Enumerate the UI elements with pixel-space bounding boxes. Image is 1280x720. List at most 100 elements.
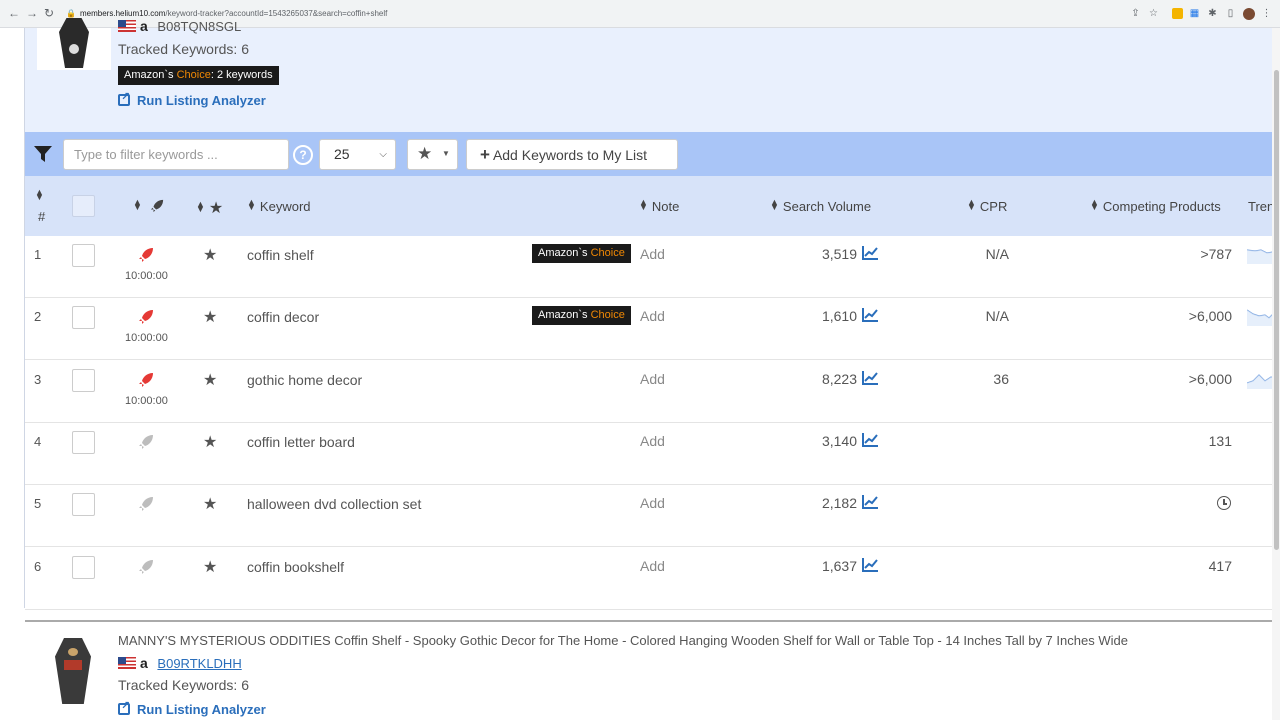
chart-icon[interactable] — [862, 432, 878, 447]
badge-prefix: Amazon`s — [538, 309, 591, 322]
sort-rank-header[interactable]: ▲ ▼ — [35, 188, 48, 204]
amazon-icon: a — [140, 655, 148, 671]
tracked-keywords: Tracked Keywords: 6 — [118, 677, 249, 693]
share-icon[interactable]: ⇪ — [1130, 8, 1141, 19]
add-note-link[interactable]: Add — [640, 495, 665, 511]
row-checkbox[interactable] — [72, 244, 95, 267]
profile-avatar[interactable] — [1243, 8, 1255, 20]
add-note-link[interactable]: Add — [640, 246, 665, 262]
column-cpr: CPR — [979, 199, 1008, 214]
sort-icon: ▲ ▼ — [967, 197, 976, 212]
run-analyzer-label: Run Listing Analyzer — [137, 93, 266, 108]
row-number: 2 — [34, 309, 42, 325]
add-note-link[interactable]: Add — [640, 558, 665, 574]
help-icon[interactable]: ? — [293, 145, 313, 165]
row-checkbox[interactable] — [72, 555, 95, 579]
cpr-cell: N/A — [985, 308, 1009, 325]
chart-icon[interactable] — [862, 557, 878, 572]
chevron-down-icon: ⌵ — [379, 149, 387, 160]
rank-time: 10:00:00 — [125, 270, 168, 282]
keyword-cell: coffin shelf — [247, 247, 314, 263]
sort-star-header[interactable]: ▲ ▼ ★ — [196, 198, 223, 218]
add-keywords-button[interactable]: + Add Keywords to My List — [466, 139, 678, 170]
back-icon[interactable]: ← — [8, 6, 20, 20]
rocket-icon[interactable] — [138, 247, 154, 263]
column-note: Note — [651, 199, 680, 214]
sort-competing-header[interactable]: ▲ ▼ Competing Products — [1090, 197, 1221, 215]
keyword-filter-input[interactable]: Type to filter keywords ... — [63, 139, 289, 170]
clock-icon — [1217, 496, 1231, 511]
per-page-value: 25 — [334, 146, 350, 162]
sidepanel-icon[interactable]: ▯ — [1225, 8, 1236, 19]
sort-icon: ▲ ▼ — [770, 197, 779, 212]
product-image[interactable] — [51, 638, 97, 708]
row-checkbox[interactable] — [72, 430, 95, 454]
column-keyword: Keyword — [259, 199, 311, 214]
scrollbar-thumb[interactable] — [1274, 70, 1279, 550]
row-number: 5 — [34, 496, 42, 512]
star-icon[interactable]: ★ — [203, 307, 217, 327]
reload-icon[interactable]: ↻ — [44, 6, 54, 20]
add-note-link[interactable]: Add — [640, 308, 665, 324]
plus-icon: + — [480, 145, 490, 164]
star-icon[interactable]: ★ — [203, 494, 217, 514]
badge-suffix: : 2 keywords — [210, 69, 273, 81]
table-row: 3 10:00:00 ★ gothic home decor Add 8,223 36 >6,… — [25, 360, 1277, 423]
sort-keyword-header[interactable]: ▲ ▼ Keyword — [247, 197, 311, 215]
table-row: 2 10:00:00 ★ coffin decor Amazon`s Choice Add… — [25, 298, 1277, 361]
competing-products-cell: >6,000 — [1188, 370, 1232, 387]
coffin-icon — [55, 638, 91, 704]
badge-prefix: Amazon`s — [538, 247, 591, 259]
asin[interactable]: B08TQN8SGL — [157, 19, 241, 34]
star-icon[interactable]: ★ — [203, 245, 217, 265]
product-card-top: a B08TQN8SGL Tracked Keywords: 6 Amazon`… — [25, 18, 1277, 132]
star-icon[interactable]: ★ — [203, 432, 217, 452]
sort-note-header[interactable]: ▲ ▼ Note — [639, 198, 680, 215]
select-all-checkbox[interactable] — [72, 195, 95, 217]
sort-cpr-header[interactable]: ▲ ▼ CPR — [967, 197, 1008, 215]
rocket-icon[interactable] — [138, 496, 154, 512]
star-icon[interactable]: ★ — [203, 370, 217, 390]
row-checkbox[interactable] — [72, 368, 95, 392]
filter-icon[interactable] — [34, 145, 52, 163]
bookmark-star-icon[interactable]: ☆ — [1148, 8, 1159, 19]
rocket-icon — [150, 199, 163, 213]
star-filter-dropdown[interactable]: ★ ▼ — [407, 139, 458, 170]
product-image[interactable] — [37, 18, 111, 70]
puzzle-icon[interactable]: ✱ — [1207, 8, 1218, 19]
rocket-icon[interactable] — [138, 434, 154, 450]
search-volume-cell: 3,519 — [821, 246, 857, 262]
star-icon[interactable]: ★ — [203, 557, 217, 577]
us-flag-icon — [118, 657, 136, 669]
forward-icon[interactable]: → — [26, 6, 38, 20]
rocket-icon[interactable] — [138, 309, 154, 325]
keyword-cell: coffin decor — [247, 309, 320, 326]
rocket-icon[interactable] — [138, 372, 154, 388]
chart-icon[interactable] — [862, 495, 878, 510]
add-note-link[interactable]: Add — [640, 433, 665, 449]
menu-icon[interactable]: ⋮ — [1261, 8, 1272, 19]
sort-icon: ▲ ▼ — [247, 197, 256, 212]
per-page-select[interactable]: 25 ⌵ — [319, 139, 396, 170]
asin-link[interactable]: B09RTKLDHH — [157, 656, 241, 671]
keyword-tracker-page: a B08TQN8SGL Tracked Keywords: 6 Amazon`… — [0, 18, 1280, 720]
coffin-icon — [59, 18, 89, 68]
chart-icon[interactable] — [862, 246, 878, 260]
table-row: 5 ★ halloween dvd collection set Add 2,182 — [25, 485, 1277, 548]
row-checkbox[interactable] — [72, 306, 95, 330]
chart-icon[interactable] — [862, 308, 878, 323]
sort-rank-rocket-header[interactable]: ▲ ▼ — [133, 198, 164, 214]
extension-icon[interactable] — [1172, 8, 1183, 19]
chart-icon[interactable] — [862, 370, 878, 385]
run-analyzer-label: Run Listing Analyzer — [137, 702, 266, 717]
rocket-icon[interactable] — [138, 559, 154, 575]
run-listing-analyzer-link[interactable]: Run Listing Analyzer — [118, 90, 266, 108]
run-listing-analyzer-link[interactable]: Run Listing Analyzer — [118, 699, 266, 717]
add-note-link[interactable]: Add — [640, 371, 665, 387]
grid-extension-icon[interactable]: ▦ — [1189, 8, 1200, 19]
sort-search-volume-header[interactable]: ▲ ▼ Search Volume — [770, 197, 871, 215]
search-volume-cell: 2,182 — [821, 495, 857, 512]
sort-icon: ▲ ▼ — [1090, 197, 1099, 212]
row-checkbox[interactable] — [72, 493, 95, 517]
competing-products-cell: >787 — [1200, 246, 1232, 262]
